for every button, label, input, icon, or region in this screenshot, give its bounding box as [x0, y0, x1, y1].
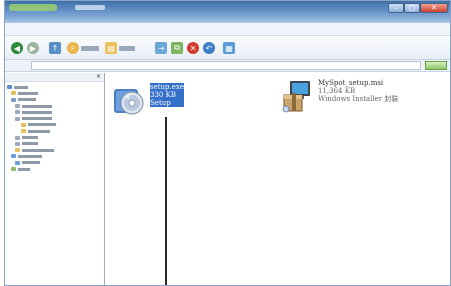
file-size: 11,364 KB	[318, 87, 356, 95]
address-bar	[5, 60, 450, 72]
file-item-myspot-msi[interactable]: MySpot_setup.msi 11,364 KB Windows Insta…	[280, 79, 398, 115]
drive-icon	[15, 141, 20, 146]
msi-package-icon	[282, 81, 310, 113]
folder-icon	[21, 122, 26, 127]
minimize-button[interactable]: –	[388, 3, 404, 13]
tree-label	[22, 148, 54, 152]
file-list-pane: setup.exe 330 KB Setup MySpot_setup.msi …	[106, 73, 450, 285]
computer-icon	[11, 97, 16, 102]
up-button[interactable]: ↑	[49, 41, 61, 55]
folder-tree-pane: ×	[5, 73, 105, 285]
tree-label	[18, 154, 42, 158]
back-button[interactable]: ◀	[11, 41, 23, 55]
folder-tree	[7, 84, 103, 172]
title-bar[interactable]: – □ ✕	[5, 1, 450, 23]
network-icon	[15, 160, 20, 165]
title-decoration	[75, 5, 105, 10]
tree-item-recycle-bin[interactable]	[7, 166, 103, 172]
folders-label-placeholder	[119, 45, 135, 51]
maximize-button[interactable]: □	[404, 3, 420, 13]
pane-close-icon[interactable]: ×	[96, 73, 101, 80]
toolbar: ◀ ▶ ↑ ⌕ ▤ ⇢ ⧉ ✕ ↶ ▦	[5, 36, 450, 60]
file-size: 330 KB	[150, 91, 184, 99]
tree-label	[28, 123, 56, 127]
close-button[interactable]: ✕	[420, 3, 448, 13]
file-name: MySpot_setup.msi	[318, 79, 384, 87]
file-label-myspot-msi: MySpot_setup.msi 11,364 KB Windows Insta…	[318, 79, 398, 103]
folders-button[interactable]: ▤	[105, 41, 135, 55]
network-icon	[11, 154, 16, 159]
recycle-bin-icon	[11, 167, 16, 171]
desktop-icon	[7, 85, 12, 90]
explorer-window: – □ ✕ ◀ ▶ ↑ ⌕ ▤ ⇢ ⧉ ✕ ↶ ▦ × setup.exe 33…	[4, 0, 451, 286]
installer-cd-icon	[114, 89, 144, 115]
search-button[interactable]: ⌕	[67, 41, 99, 55]
tree-label	[22, 142, 38, 146]
tree-label	[18, 91, 38, 95]
search-icon: ⌕	[67, 42, 79, 54]
folder-icon	[21, 129, 26, 134]
drive-icon	[15, 135, 20, 140]
folder-pane-header: ×	[5, 73, 104, 82]
copy-to-icon: ⧉	[171, 42, 183, 54]
copy-to-button[interactable]: ⧉	[171, 41, 183, 55]
menu-bar	[5, 23, 450, 36]
forward-button[interactable]: ▶	[27, 41, 39, 55]
tree-label	[22, 136, 38, 140]
file-item-setup-exe[interactable]: setup.exe 330 KB Setup	[112, 83, 184, 117]
delete-button[interactable]: ✕	[187, 41, 199, 55]
tree-label	[22, 117, 52, 121]
file-type: Setup	[150, 99, 184, 107]
app-icon	[9, 4, 57, 11]
tree-label	[14, 85, 28, 89]
file-label-setup-exe: setup.exe 330 KB Setup	[150, 83, 184, 107]
views-icon: ▦	[223, 42, 235, 54]
go-button[interactable]	[425, 61, 447, 70]
maximize-icon: □	[408, 4, 416, 12]
undo-button[interactable]: ↶	[203, 41, 215, 55]
views-button[interactable]: ▦	[223, 41, 235, 55]
tree-label	[18, 167, 30, 171]
tree-label	[18, 98, 36, 102]
close-icon: ✕	[431, 4, 437, 12]
drive-icon	[15, 104, 20, 109]
drive-icon	[15, 110, 20, 115]
minimize-icon: –	[394, 4, 398, 12]
tree-label	[22, 110, 52, 114]
folder-icon	[15, 148, 20, 153]
tree-label	[22, 104, 52, 108]
file-type: Windows Installer 封裝	[318, 95, 399, 103]
forward-arrow-icon: ▶	[27, 42, 39, 54]
search-label-placeholder	[81, 45, 99, 51]
address-input[interactable]	[31, 61, 421, 70]
file-name: setup.exe	[150, 83, 184, 91]
tree-label	[28, 129, 50, 133]
folders-icon: ▤	[105, 42, 117, 54]
delete-icon: ✕	[187, 42, 199, 54]
back-arrow-icon: ◀	[11, 42, 23, 54]
move-to-button[interactable]: ⇢	[155, 41, 167, 55]
folder-icon	[11, 91, 16, 96]
tree-label	[22, 161, 40, 165]
text-cursor-line	[165, 117, 167, 285]
drive-icon	[15, 116, 20, 121]
folder-up-icon: ↑	[49, 42, 61, 54]
undo-icon: ↶	[203, 42, 215, 54]
move-to-icon: ⇢	[155, 42, 167, 54]
